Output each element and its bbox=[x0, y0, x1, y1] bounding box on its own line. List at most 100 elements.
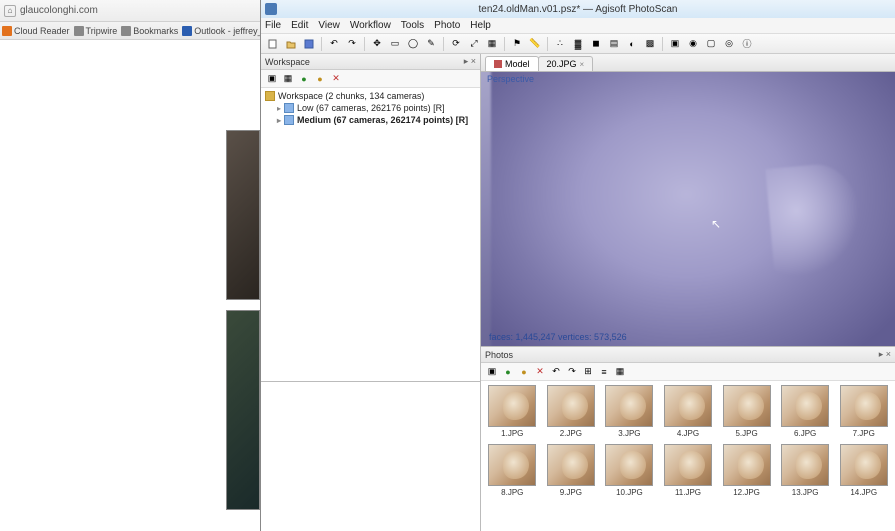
app-icon bbox=[265, 3, 277, 15]
photo-thumbnail[interactable]: 7.JPG bbox=[836, 385, 891, 438]
thumbnail-image bbox=[664, 385, 712, 427]
view-dense-button[interactable]: ▓ bbox=[570, 36, 586, 52]
bookmark-outlook[interactable]: Outlook - jeffrey_un... bbox=[182, 26, 260, 36]
thumbnail-image bbox=[840, 385, 888, 427]
nav-button[interactable]: ✥ bbox=[369, 36, 385, 52]
marker-button[interactable]: ⚑ bbox=[509, 36, 525, 52]
photos-disable-button[interactable]: ● bbox=[517, 365, 531, 379]
bookmark-tripwire[interactable]: Tripwire bbox=[74, 26, 118, 36]
photo-thumbnail[interactable]: 12.JPG bbox=[719, 444, 774, 497]
photo-thumbnail[interactable]: 3.JPG bbox=[602, 385, 657, 438]
bookmark-cloud-reader[interactable]: Cloud Reader bbox=[2, 26, 70, 36]
photos-grid[interactable]: 1.JPG 2.JPG 3.JPG 4.JPG5.JPG 6.JPG 7.JPG 8.JPG… bbox=[481, 381, 895, 531]
redo-button[interactable]: ↷ bbox=[344, 36, 360, 52]
menu-view[interactable]: View bbox=[318, 20, 340, 31]
show-info-button[interactable]: ⓘ bbox=[739, 36, 755, 52]
thumbnail-label: 13.JPG bbox=[792, 488, 819, 497]
show-trackball-button[interactable]: ◎ bbox=[721, 36, 737, 52]
cursor-icon: ↖ bbox=[711, 217, 721, 231]
tab-photo[interactable]: 20.JPG × bbox=[538, 56, 594, 71]
thumbnail-label: 12.JPG bbox=[733, 488, 760, 497]
select-rect-button[interactable]: ▭ bbox=[387, 36, 403, 52]
add-chunk-button[interactable]: ▣ bbox=[265, 72, 279, 86]
photo-thumbnail[interactable]: 11.JPG bbox=[661, 444, 716, 497]
photo-thumbnail[interactable]: 8.JPG bbox=[485, 444, 540, 497]
thumbnail-image bbox=[781, 444, 829, 486]
thumbnail-image bbox=[488, 385, 536, 427]
open-button[interactable] bbox=[283, 36, 299, 52]
photos-label: Photos bbox=[485, 350, 513, 360]
select-circle-button[interactable]: ◯ bbox=[405, 36, 421, 52]
show-cameras-button[interactable]: ▣ bbox=[667, 36, 683, 52]
viewport-tabs: Model 20.JPG × bbox=[481, 54, 895, 72]
photos-rotate-r-button[interactable]: ↷ bbox=[565, 365, 579, 379]
tree-root[interactable]: Workspace (2 chunks, 134 cameras) bbox=[263, 90, 478, 102]
photos-detail-button[interactable]: ≡ bbox=[597, 365, 611, 379]
photo-thumbnail[interactable]: 14.JPG bbox=[836, 444, 891, 497]
menu-tools[interactable]: Tools bbox=[401, 20, 424, 31]
thumbnail-label: 2.JPG bbox=[560, 429, 582, 438]
rotate-button[interactable]: ⟳ bbox=[448, 36, 464, 52]
expand-icon[interactable]: ▸ bbox=[277, 116, 281, 125]
photo-thumbnail[interactable]: 10.JPG bbox=[602, 444, 657, 497]
view-solid-button[interactable]: ◼ bbox=[588, 36, 604, 52]
view-shaded-button[interactable]: ◐ bbox=[624, 36, 640, 52]
menu-help[interactable]: Help bbox=[470, 20, 491, 31]
thumbnail-label: 6.JPG bbox=[794, 429, 816, 438]
region-button[interactable]: ▦ bbox=[484, 36, 500, 52]
photos-toolbar: ▣ ● ● ✕ ↶ ↷ ⊞ ≡ ▦ bbox=[481, 363, 895, 381]
model-icon bbox=[494, 60, 502, 68]
tree-chunk-medium[interactable]: ▸ Medium (67 cameras, 262174 points) [R] bbox=[263, 114, 478, 126]
panel-close-icon[interactable]: ▸ × bbox=[464, 56, 476, 67]
viewport-3d[interactable]: Perspective faces: 1,445,247 vertices: 5… bbox=[481, 72, 895, 346]
add-photos-button[interactable]: ▦ bbox=[281, 72, 295, 86]
show-markers-button[interactable]: ◉ bbox=[685, 36, 701, 52]
workspace-tree[interactable]: Workspace (2 chunks, 134 cameras) ▸ Low … bbox=[261, 88, 480, 382]
photos-thumb-button[interactable]: ▦ bbox=[613, 365, 627, 379]
browser-content bbox=[0, 40, 260, 531]
close-tab-icon[interactable]: × bbox=[580, 60, 585, 69]
expand-icon[interactable]: ▸ bbox=[277, 104, 281, 113]
tree-chunk-low[interactable]: ▸ Low (67 cameras, 262176 points) [R] bbox=[263, 102, 478, 114]
photo-thumbnail[interactable]: 5.JPG bbox=[719, 385, 774, 438]
photo-thumbnail[interactable]: 2.JPG bbox=[544, 385, 599, 438]
photos-rotate-l-button[interactable]: ↶ bbox=[549, 365, 563, 379]
photo-thumbnail[interactable]: 6.JPG bbox=[778, 385, 833, 438]
scale-button[interactable]: ⤢ bbox=[466, 36, 482, 52]
photo-thumbnail[interactable]: 9.JPG bbox=[544, 444, 599, 497]
thumbnail-image bbox=[664, 444, 712, 486]
thumbnail-label: 3.JPG bbox=[618, 429, 640, 438]
remove-button[interactable]: ✕ bbox=[329, 72, 343, 86]
view-texture-button[interactable]: ▩ bbox=[642, 36, 658, 52]
folder-icon bbox=[121, 26, 131, 36]
bookmark-bookmarks[interactable]: Bookmarks bbox=[121, 26, 178, 36]
select-free-button[interactable]: ✎ bbox=[423, 36, 439, 52]
view-points-button[interactable]: ∴ bbox=[552, 36, 568, 52]
thumbnail-label: 10.JPG bbox=[616, 488, 643, 497]
photos-add-button[interactable]: ▣ bbox=[485, 365, 499, 379]
undo-button[interactable]: ↶ bbox=[326, 36, 342, 52]
save-button[interactable] bbox=[301, 36, 317, 52]
new-button[interactable] bbox=[265, 36, 281, 52]
photos-reset-button[interactable]: ⊞ bbox=[581, 365, 595, 379]
workspace-toolbar: ▣ ▦ ● ● ✕ bbox=[261, 70, 480, 88]
menu-edit[interactable]: Edit bbox=[291, 20, 308, 31]
photos-enable-button[interactable]: ● bbox=[501, 365, 515, 379]
enable-button[interactable]: ● bbox=[297, 72, 311, 86]
photo-thumbnail[interactable]: 4.JPG bbox=[661, 385, 716, 438]
address-bar[interactable]: ⌂ glaucolonghi.com bbox=[0, 0, 260, 22]
menu-file[interactable]: File bbox=[265, 20, 281, 31]
tab-model[interactable]: Model bbox=[485, 56, 539, 71]
panel-close-icon[interactable]: ▸ × bbox=[879, 349, 891, 360]
photos-remove-button[interactable]: ✕ bbox=[533, 365, 547, 379]
photo-thumbnail[interactable]: 1.JPG bbox=[485, 385, 540, 438]
ruler-button[interactable]: 📏 bbox=[527, 36, 543, 52]
view-wire-button[interactable]: ▤ bbox=[606, 36, 622, 52]
photo-thumbnail[interactable]: 13.JPG bbox=[778, 444, 833, 497]
show-region-button[interactable]: ▢ bbox=[703, 36, 719, 52]
menu-workflow[interactable]: Workflow bbox=[350, 20, 391, 31]
menu-photo[interactable]: Photo bbox=[434, 20, 460, 31]
disable-button[interactable]: ● bbox=[313, 72, 327, 86]
thumbnail-image bbox=[547, 444, 595, 486]
bookmark-icon bbox=[182, 26, 192, 36]
